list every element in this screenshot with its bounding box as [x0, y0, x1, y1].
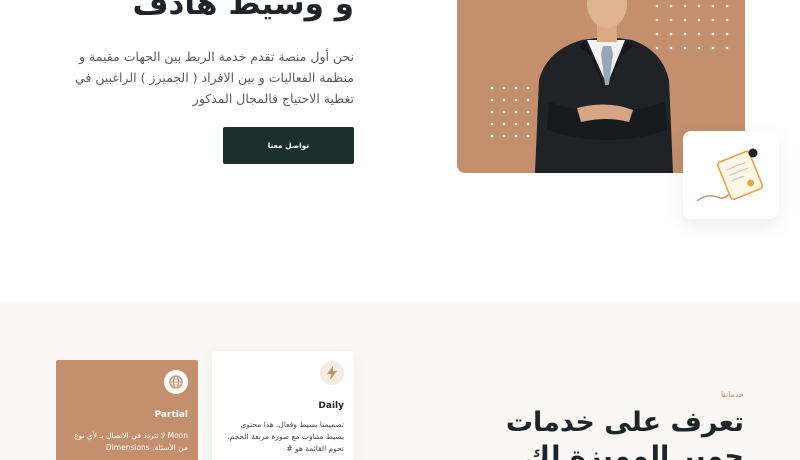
section-title-line1: تعرف على خدمات [505, 407, 744, 438]
hero-description: نحن أول منصة تقدم خدمة الربط بين الجهات … [74, 49, 354, 106]
service-card-text: تصميمنا بسيط وفعال. هذا محتوى بسيط متناو… [227, 420, 344, 453]
service-card-partial[interactable]: Partial Moon لا تتردد في الاتصال بـ لأي … [56, 360, 198, 460]
contact-us-button[interactable]: تواصل معنا [223, 127, 354, 164]
service-card-title: Partial [154, 410, 188, 420]
certificate-badge-card [683, 131, 779, 219]
service-card-daily[interactable]: Daily تصميمنا بسيط وفعال. هذا محتوى بسيط… [212, 351, 354, 460]
section-tag: خدماتنا [721, 390, 744, 399]
services-section: خدماتنا تعرف على خدمات جمير المميزة لك D… [0, 302, 800, 460]
globe-icon [164, 370, 188, 394]
hero-title: و وسيط هادف [132, 0, 354, 22]
section-title: تعرف على خدمات جمير المميزة لك [506, 406, 744, 460]
bolt-icon [320, 361, 344, 385]
service-card-title: Daily [318, 401, 344, 411]
section-title-line2: جمير المميزة لك [525, 441, 744, 460]
service-card-text: Moon لا تتردد في الاتصال بـ لأي نوع من ا… [74, 431, 188, 452]
certificate-icon [696, 148, 764, 202]
